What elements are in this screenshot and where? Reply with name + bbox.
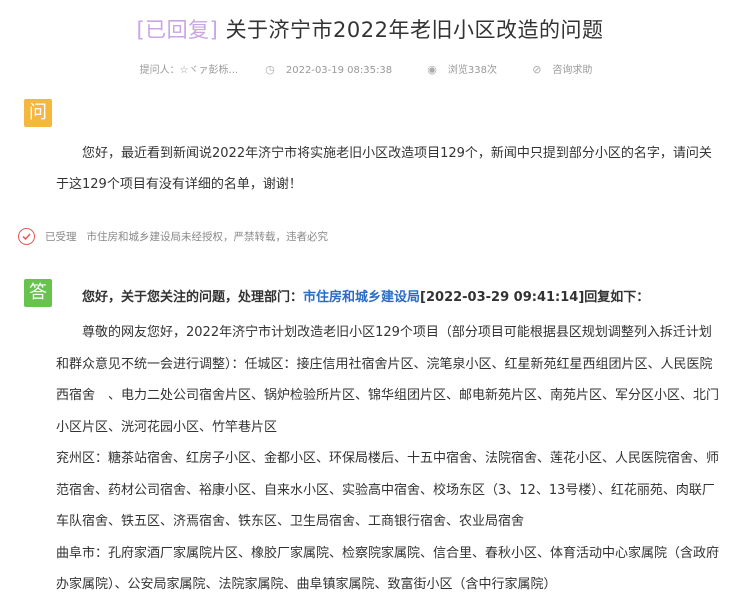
department-link[interactable]: 市住房和城乡建设局: [303, 290, 420, 305]
answer-body: 尊敬的网友您好，2022年济宁市计划改造老旧小区129个项目（部分项目可能根据县…: [56, 317, 720, 601]
question-text: 您好，最近看到新闻说2022年济宁市将实施老旧小区改造项目129个，新闻中只提到…: [56, 146, 712, 192]
copyright-note: 市住房和城乡建设局未经授权，严禁转载，违者必究: [86, 231, 329, 243]
answer-header: 您好，关于您关注的问题，处理部门：市住房和城乡建设局[2022-03-29 09…: [82, 290, 650, 305]
clock-icon: ◷: [265, 63, 275, 76]
question-badge: 问: [24, 99, 52, 127]
meta-bar: 提问人：☆ヾァ彭栎... ◷ 2022-03-19 08:35:38 ◉ 浏览338…: [0, 61, 740, 76]
date-info: ◷ 2022-03-19 08:35:38: [265, 63, 393, 76]
state-label: 已受理: [45, 231, 77, 243]
eye-icon: ◉: [427, 63, 437, 76]
question-title: 关于济宁市2022年老旧小区改造的问题: [225, 18, 604, 42]
answer-badge: 答: [24, 279, 52, 307]
views-info: ◉ 浏览338次: [427, 63, 497, 76]
answer-paragraph: 曲阜市：孔府家酒厂家属院片区、橡胶厂家属院、检察院家属院、信合里、春秋小区、体育…: [56, 545, 720, 593]
answer-paragraph: 尊敬的网友您好，2022年济宁市计划改造老旧小区129个项目（部分项目可能根据县…: [56, 325, 720, 435]
accept-state: 已受理 市住房和城乡建设局未经授权，严禁转载，违者必究: [18, 228, 328, 245]
reply-status: [已回复]: [136, 18, 219, 42]
page-title: [已回复] 关于济宁市2022年老旧小区改造的问题: [0, 14, 740, 44]
category-info[interactable]: ⊘ 咨询求助: [524, 63, 600, 76]
asker: 提问人：☆ヾァ彭栎...: [139, 65, 239, 76]
check-circle-icon: [18, 228, 35, 245]
answer-paragraph: 兖州区：糖茶站宿舍、红房子小区、金都小区、环保局楼后、十五中宿舍、法院宿舍、莲花…: [56, 451, 720, 529]
tag-icon: ⊘: [532, 63, 542, 76]
